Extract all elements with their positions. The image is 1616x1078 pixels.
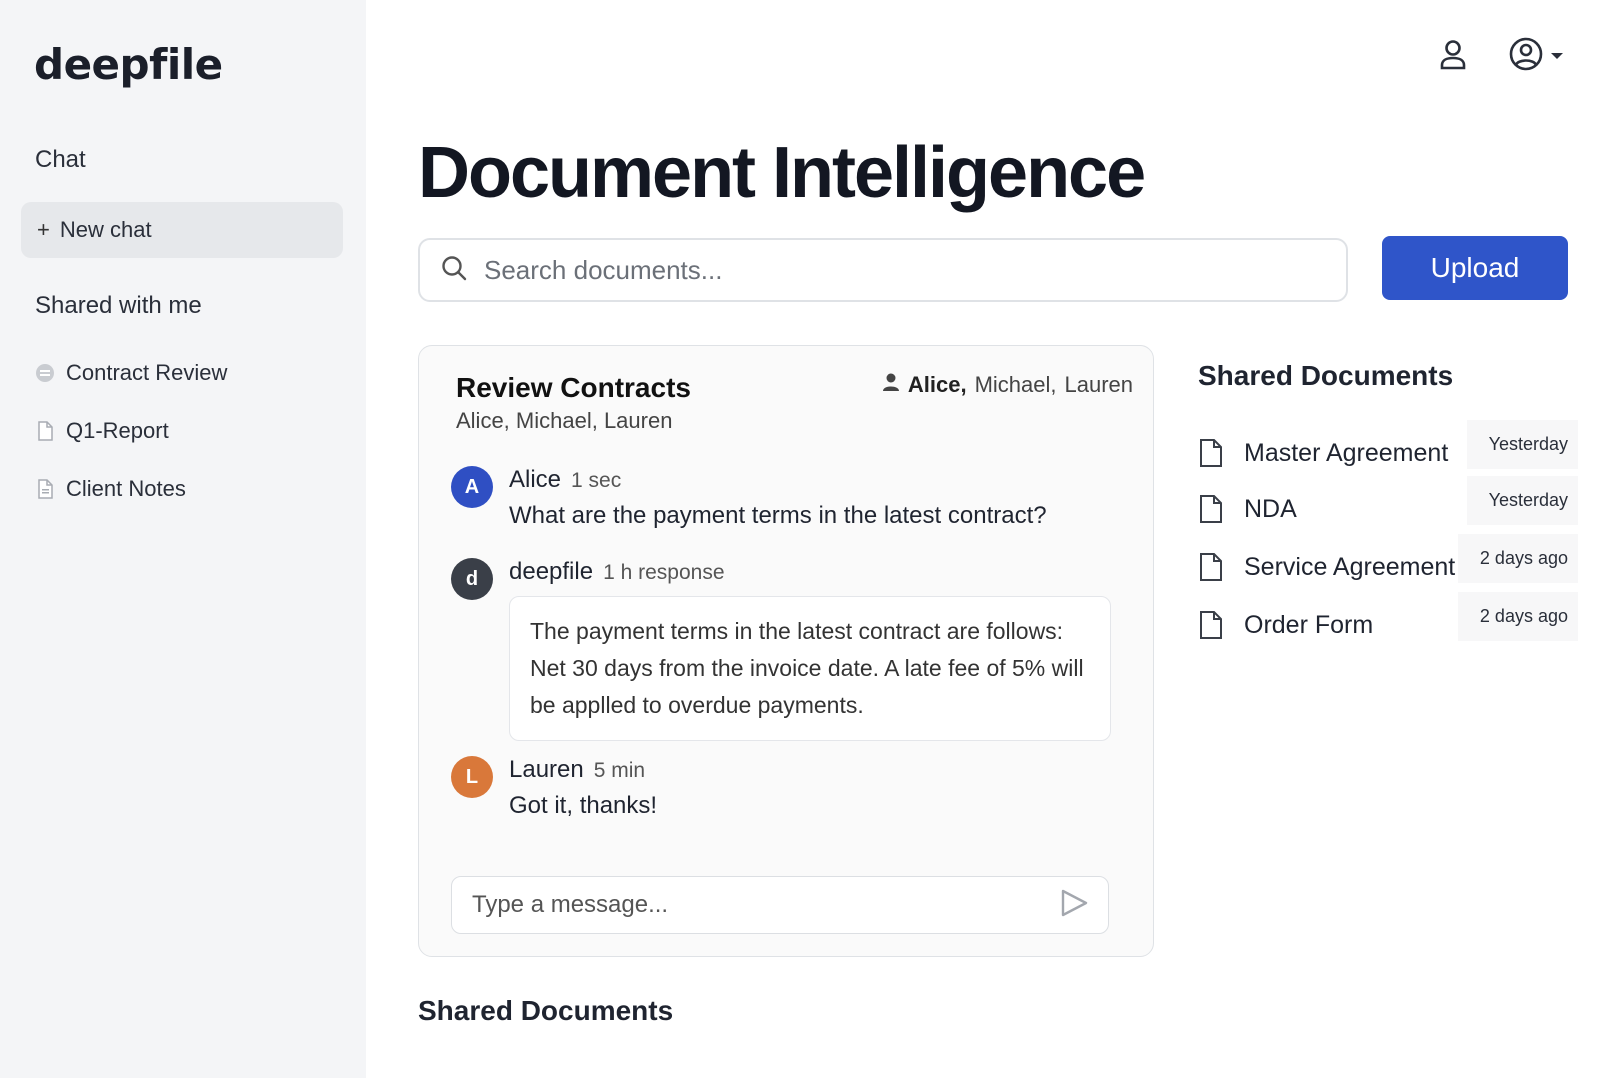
send-icon: [1059, 888, 1089, 923]
avatar: d: [451, 558, 493, 600]
participant-name: Alice,: [907, 372, 967, 397]
document-date: Yesterday: [1466, 420, 1578, 469]
response-bubble: The payment terms in the latest contract…: [509, 596, 1111, 741]
note-file-icon: [34, 478, 56, 500]
message-author: Alice: [509, 466, 562, 493]
plus-icon: +: [37, 217, 50, 242]
participant-name: Lauren: [1064, 372, 1133, 397]
account-circle-icon: [1508, 36, 1544, 77]
message-author: Lauren: [509, 756, 584, 783]
chat-subtitle: Alice, Michael, Lauren: [456, 408, 673, 433]
account-menu-button[interactable]: [1508, 36, 1564, 77]
document-name: Service Agreement: [1244, 552, 1456, 581]
avatar: A: [451, 466, 493, 508]
message-time: 5 min: [593, 759, 646, 782]
participant-name: Michael,: [974, 372, 1057, 397]
sidebar-item-client-notes[interactable]: Client Notes: [34, 476, 186, 502]
shared-with-me-heading: Shared with me: [35, 292, 202, 319]
page-title: Document Intelligence: [418, 133, 1146, 213]
message-author: deepfile: [509, 558, 594, 585]
new-chat-button[interactable]: + New chat: [21, 202, 343, 258]
shared-documents-panel: Shared Documents Master Agreement Yester…: [1198, 360, 1578, 641]
chat-heading: Chat: [35, 146, 86, 173]
chat-card: Review Contracts Alice, Michael, Lauren …: [418, 345, 1154, 957]
chat-message: d deepfile 1 h response The payment term…: [451, 558, 1111, 741]
document-name: Master Agreement: [1244, 438, 1449, 467]
search-input[interactable]: [484, 254, 1304, 286]
chat-bubble-icon: [34, 362, 56, 384]
user-button[interactable]: [1438, 38, 1468, 75]
file-icon: [34, 420, 56, 442]
message-text: Got it, thanks!: [509, 792, 658, 819]
chat-title: Review Contracts: [456, 372, 691, 403]
document-name: NDA: [1244, 494, 1297, 523]
logo[interactable]: deepfile: [34, 40, 223, 89]
document-date: 2 days ago: [1457, 534, 1578, 583]
avatar: L: [451, 756, 493, 798]
sidebar-item-label: Client Notes: [66, 476, 186, 501]
person-icon: [882, 372, 900, 398]
main-content: Document Intelligence Upload Review Cont…: [366, 0, 1616, 1078]
sidebar-item-label: Contract Review: [66, 360, 228, 385]
shared-documents-title: Shared Documents: [1198, 360, 1454, 391]
header-actions: [1438, 36, 1564, 77]
document-name: Order Form: [1244, 610, 1374, 639]
sidebar-item-q1-report[interactable]: Q1-Report: [34, 418, 169, 444]
chat-message: A Alice 1 sec What are the payment terms…: [451, 466, 1047, 530]
document-icon: [1198, 438, 1224, 468]
app-root: deepfile Chat + New chat Shared with me …: [0, 0, 1616, 1078]
new-chat-label: New chat: [59, 217, 152, 242]
document-item[interactable]: NDA Yesterday: [1198, 476, 1578, 534]
message-time: 1 h response: [603, 561, 725, 584]
chat-message: L Lauren 5 min Got it, thanks!: [451, 756, 657, 820]
document-item[interactable]: Service Agreement 2 days ago: [1198, 534, 1578, 592]
document-item[interactable]: Order Form 2 days ago: [1198, 592, 1578, 650]
message-time: 1 sec: [571, 469, 622, 492]
send-button[interactable]: [1054, 885, 1094, 925]
document-date: 2 days ago: [1457, 592, 1578, 641]
document-icon: [1198, 552, 1224, 582]
caret-down-icon: [1550, 48, 1564, 66]
user-icon: [1438, 38, 1468, 75]
document-item[interactable]: Master Agreement Yesterday: [1198, 420, 1578, 478]
message-text: What are the payment terms in the latest…: [509, 502, 1047, 529]
upload-button[interactable]: Upload: [1382, 236, 1568, 300]
message-input[interactable]: [472, 891, 1054, 919]
bottom-shared-documents-heading: Shared Documents: [418, 995, 674, 1026]
search-icon: [440, 254, 468, 287]
search-bar[interactable]: [418, 238, 1348, 302]
message-composer: [451, 876, 1109, 934]
document-icon: [1198, 610, 1224, 640]
sidebar: deepfile Chat + New chat Shared with me …: [0, 0, 366, 1078]
document-date: Yesterday: [1466, 476, 1578, 525]
sidebar-item-contract-review[interactable]: Contract Review: [34, 360, 227, 386]
sidebar-item-label: Q1-Report: [66, 418, 169, 443]
participants[interactable]: Alice, Michael, Lauren: [882, 372, 1133, 398]
document-icon: [1198, 494, 1224, 524]
